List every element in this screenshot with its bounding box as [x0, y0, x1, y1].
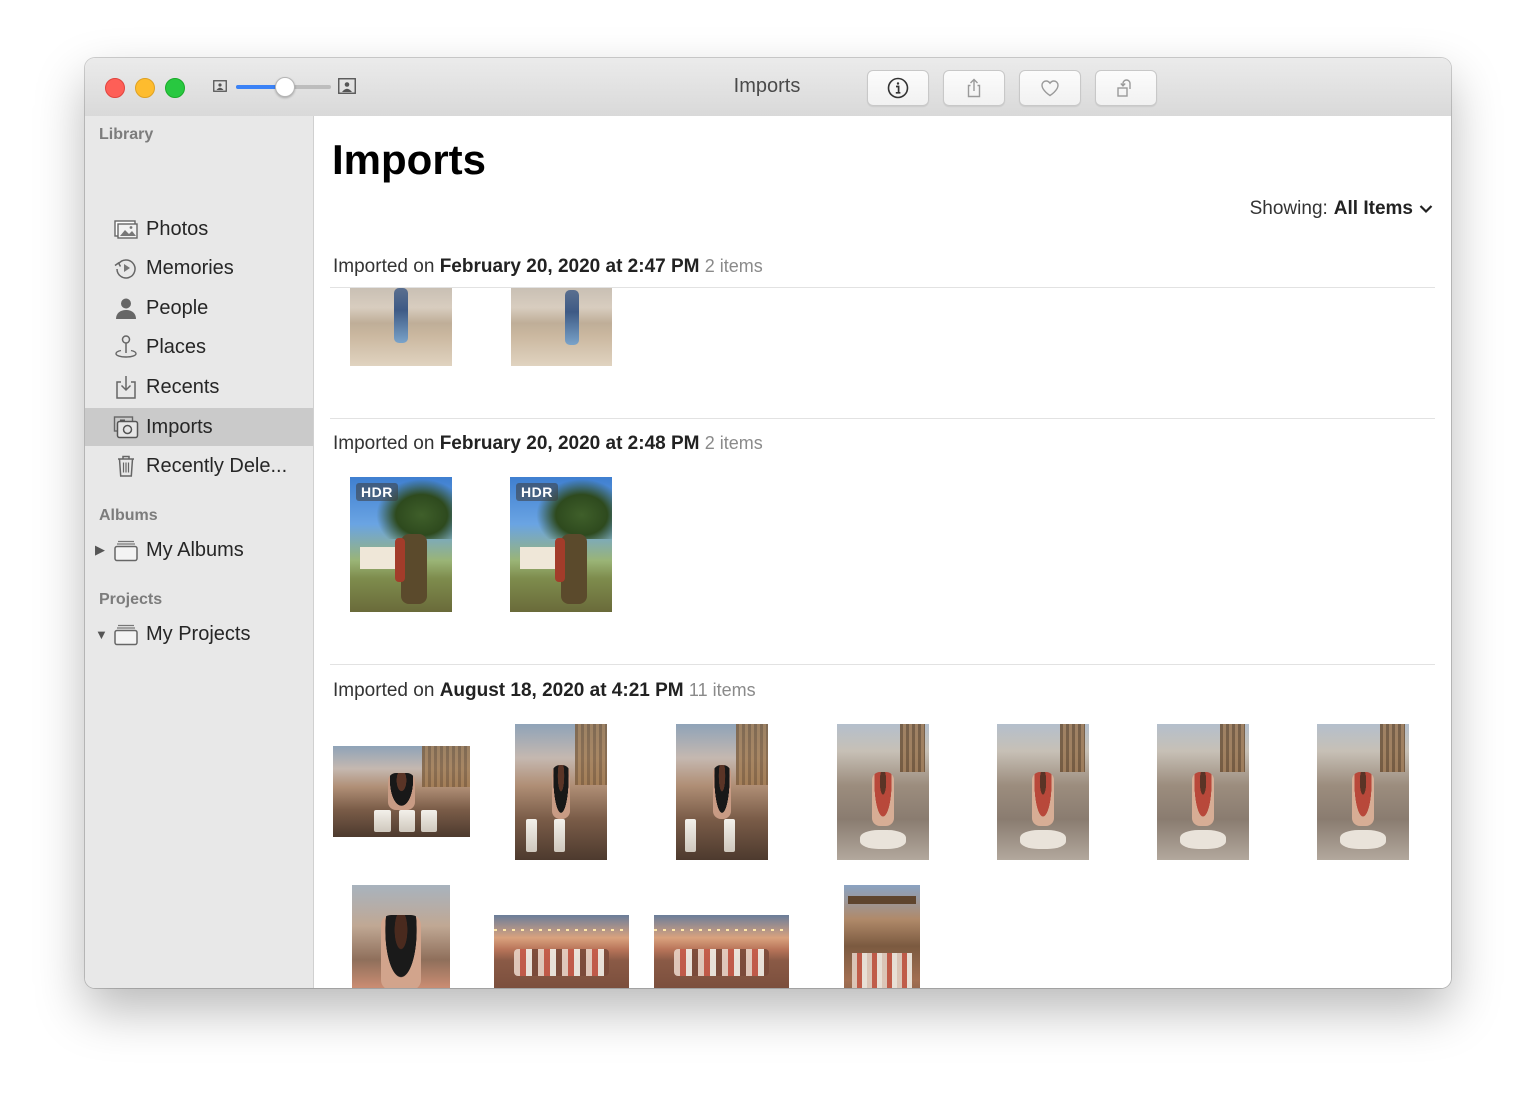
section-library: Library	[99, 126, 154, 143]
trash-icon	[113, 453, 139, 479]
import-count: 2 items	[704, 433, 763, 453]
sidebar-item-label: People	[146, 296, 209, 319]
main-content: Imports Showing: All Items Imported on F…	[314, 116, 1451, 988]
import-count: 2 items	[704, 256, 763, 276]
photo-thumbnail[interactable]	[515, 724, 607, 860]
photo-thumbnail[interactable]	[676, 724, 768, 860]
small-thumbnail-icon[interactable]	[213, 80, 227, 92]
pin-icon	[113, 334, 139, 360]
showing-label: Showing:	[1249, 198, 1328, 219]
showing-value: All Items	[1333, 198, 1413, 219]
sidebar-item-label: My Albums	[146, 538, 244, 561]
import-date: February 20, 2020 at 2:47 PM	[439, 256, 700, 277]
chevron-down-icon	[1419, 205, 1433, 214]
zoom-slider-thumb[interactable]	[274, 77, 295, 97]
info-icon	[887, 77, 909, 99]
import-group-header: Imported on February 20, 2020 at 2:48 PM…	[333, 433, 763, 455]
info-button[interactable]	[867, 70, 929, 106]
sidebar-item-recents[interactable]: Recents	[85, 368, 313, 406]
sidebar-item-imports[interactable]: Imports	[85, 408, 313, 446]
zoom-window-button[interactable]	[165, 78, 185, 98]
large-thumbnail-icon[interactable]	[338, 78, 356, 94]
share-button[interactable]	[943, 70, 1005, 106]
disclosure-expanded-icon[interactable]: ▼	[95, 627, 108, 642]
favorite-button[interactable]	[1019, 70, 1081, 106]
photos-icon	[113, 216, 139, 242]
close-window-button[interactable]	[105, 78, 125, 98]
person-icon	[113, 295, 139, 321]
minimize-window-button[interactable]	[135, 78, 155, 98]
hdr-badge: HDR	[516, 483, 558, 501]
photo-thumbnail[interactable]: HDR	[350, 477, 452, 612]
disclosure-collapsed-icon[interactable]: ▶	[95, 542, 105, 558]
photo-thumbnail[interactable]	[1157, 724, 1249, 860]
photo-thumbnail[interactable]	[654, 915, 789, 988]
folder-icon	[113, 537, 139, 563]
sidebar-item-label: Photos	[146, 217, 209, 240]
divider	[330, 287, 1435, 288]
sidebar-item-photos[interactable]: Photos	[85, 210, 313, 248]
photo-thumbnail[interactable]	[494, 915, 629, 988]
sidebar-item-label: My Projects	[146, 622, 251, 645]
sidebar-item-memories[interactable]: Memories	[85, 249, 313, 287]
photo-thumbnail[interactable]	[350, 288, 452, 366]
folder-icon	[113, 621, 139, 647]
title-bar: Imports	[85, 58, 1451, 117]
sidebar-item-my-albums[interactable]: ▶ My Albums	[85, 531, 313, 569]
photo-thumbnail[interactable]	[333, 746, 470, 837]
divider	[330, 418, 1435, 419]
photos-window: Imports Library Photos Memories People P…	[85, 58, 1451, 988]
section-albums: Albums	[99, 507, 158, 524]
import-tray-icon	[113, 374, 139, 400]
import-date: February 20, 2020 at 2:48 PM	[439, 433, 700, 454]
sidebar-item-places[interactable]: Places	[85, 328, 313, 366]
page-title: Imports	[332, 136, 487, 183]
sidebar-item-label: Memories	[146, 256, 234, 279]
sidebar-item-people[interactable]: People	[85, 289, 313, 327]
share-icon	[967, 78, 981, 98]
sidebar-item-recently-deleted[interactable]: Recently Dele...	[85, 447, 313, 485]
rotate-icon	[1117, 79, 1131, 97]
memories-icon	[113, 255, 139, 281]
import-prefix: Imported on	[333, 433, 435, 454]
photo-thumbnail[interactable]: HDR	[510, 477, 612, 612]
sidebar-item-label: Imports	[146, 415, 213, 438]
photo-thumbnail[interactable]	[844, 885, 920, 988]
import-date: August 18, 2020 at 4:21 PM	[439, 680, 684, 701]
camera-icon	[113, 414, 139, 440]
showing-filter-dropdown[interactable]: Showing: All Items	[1250, 198, 1433, 220]
import-group-header: Imported on August 18, 2020 at 4:21 PM 1…	[333, 680, 756, 702]
import-prefix: Imported on	[333, 256, 435, 277]
divider	[330, 664, 1435, 665]
photo-thumbnail[interactable]	[997, 724, 1089, 860]
window-title: Imports	[733, 75, 801, 97]
import-prefix: Imported on	[333, 680, 435, 701]
photo-thumbnail[interactable]	[352, 885, 450, 988]
sidebar-item-my-projects[interactable]: ▼ My Projects	[85, 615, 313, 653]
heart-icon	[1041, 80, 1059, 97]
section-projects: Projects	[99, 591, 163, 608]
photo-thumbnail[interactable]	[837, 724, 929, 860]
sidebar-item-label: Recently Dele...	[146, 454, 288, 477]
photo-thumbnail[interactable]	[1317, 724, 1409, 860]
hdr-badge: HDR	[356, 483, 398, 501]
sidebar-item-label: Places	[146, 335, 207, 358]
sidebar: Library Photos Memories People Places Re…	[85, 116, 314, 988]
import-count: 11 items	[688, 680, 756, 700]
rotate-button[interactable]	[1095, 70, 1157, 106]
photo-thumbnail[interactable]	[511, 288, 612, 366]
import-group-header: Imported on February 20, 2020 at 2:47 PM…	[333, 256, 763, 278]
sidebar-item-label: Recents	[146, 375, 220, 398]
